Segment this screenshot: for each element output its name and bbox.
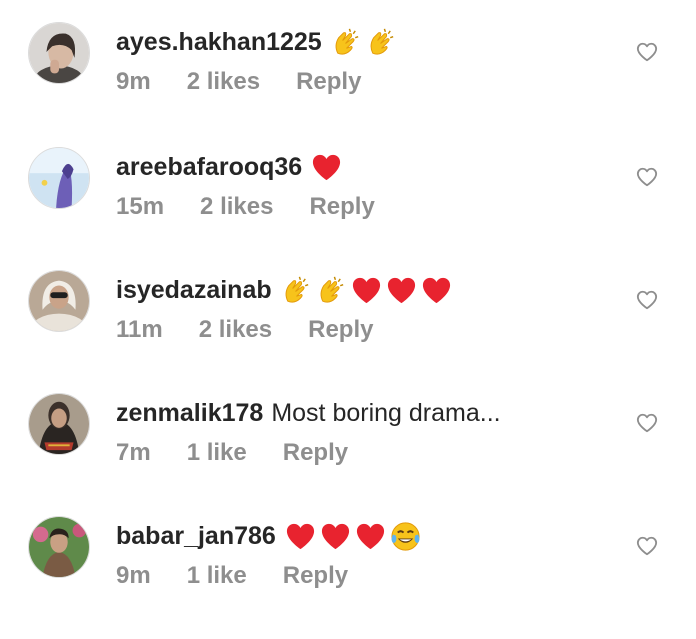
reply-button[interactable]: Reply	[296, 68, 361, 96]
comment-header: areebafarooq36	[116, 148, 345, 186]
comment-username[interactable]: babar_jan786	[116, 522, 276, 551]
reply-button[interactable]: Reply	[283, 562, 348, 590]
avatar[interactable]	[28, 516, 90, 578]
comment-username[interactable]: zenmalik178	[116, 399, 263, 428]
comment-header: babar_jan786	[116, 517, 424, 555]
avatar[interactable]	[28, 270, 90, 332]
heart-outline-icon[interactable]	[636, 412, 658, 434]
comment-time: 11m	[116, 316, 163, 343]
comment-time: 15m	[116, 193, 165, 220]
comment-likes[interactable]: 2 likes	[187, 68, 260, 96]
comment-item: zenmalik178 Most boring drama... 7m 1 li…	[0, 393, 696, 516]
reply-button[interactable]: Reply	[308, 316, 373, 344]
comment-header: isyedazainab	[116, 271, 455, 309]
clap-emoji	[365, 26, 398, 59]
comment-header: ayes.hakhan1225	[116, 23, 400, 61]
clap-emoji	[280, 274, 313, 307]
comment-header: zenmalik178 Most boring drama...	[116, 394, 501, 432]
avatar[interactable]	[28, 393, 90, 455]
comment-likes[interactable]: 2 likes	[199, 316, 272, 344]
comment-text: Most boring drama...	[271, 398, 501, 427]
heart-outline-icon[interactable]	[636, 41, 658, 63]
comment-meta: 15m 2 likes Reply	[116, 190, 411, 224]
red-heart-emoji	[350, 274, 383, 307]
comment-username[interactable]: isyedazainab	[116, 276, 272, 305]
comment-text	[280, 274, 455, 307]
comment-meta: 7m 1 like Reply	[116, 436, 384, 470]
comment-text	[310, 151, 345, 184]
heart-outline-icon[interactable]	[636, 289, 658, 311]
reply-button[interactable]: Reply	[283, 439, 348, 467]
comment-likes[interactable]: 1 like	[187, 439, 247, 467]
comment-meta: 9m 1 like Reply	[116, 559, 384, 593]
red-heart-emoji	[385, 274, 418, 307]
comment-meta: 11m 2 likes Reply	[116, 313, 409, 347]
comment-username[interactable]: ayes.hakhan1225	[116, 28, 322, 57]
comment-likes[interactable]: 2 likes	[200, 193, 273, 221]
red-heart-emoji	[420, 274, 453, 307]
comment-meta: 9m 2 likes Reply	[116, 65, 397, 99]
clap-emoji	[330, 26, 363, 59]
comment-item: babar_jan786 9m 1 like Reply	[0, 516, 696, 639]
comment-item: isyedazainab 11m 2 likes Reply	[0, 270, 696, 393]
heart-outline-icon[interactable]	[636, 535, 658, 557]
red-heart-emoji	[284, 520, 317, 553]
clap-emoji	[315, 274, 348, 307]
comment-likes[interactable]: 1 like	[187, 562, 247, 590]
comment-time: 7m	[116, 439, 151, 466]
red-heart-emoji	[319, 520, 352, 553]
avatar[interactable]	[28, 147, 90, 209]
red-heart-emoji	[354, 520, 387, 553]
comment-item: ayes.hakhan1225 9m 2 likes Reply	[0, 22, 696, 145]
comment-item: areebafarooq36 15m 2 likes Reply	[0, 147, 696, 270]
comment-text	[330, 26, 400, 59]
red-heart-emoji	[310, 151, 343, 184]
comment-time: 9m	[116, 68, 151, 95]
heart-outline-icon[interactable]	[636, 166, 658, 188]
tears-of-joy-emoji	[389, 520, 422, 553]
comment-text	[284, 520, 424, 553]
reply-button[interactable]: Reply	[309, 193, 374, 221]
comment-time: 9m	[116, 562, 151, 589]
comment-username[interactable]: areebafarooq36	[116, 153, 302, 182]
avatar[interactable]	[28, 22, 90, 84]
